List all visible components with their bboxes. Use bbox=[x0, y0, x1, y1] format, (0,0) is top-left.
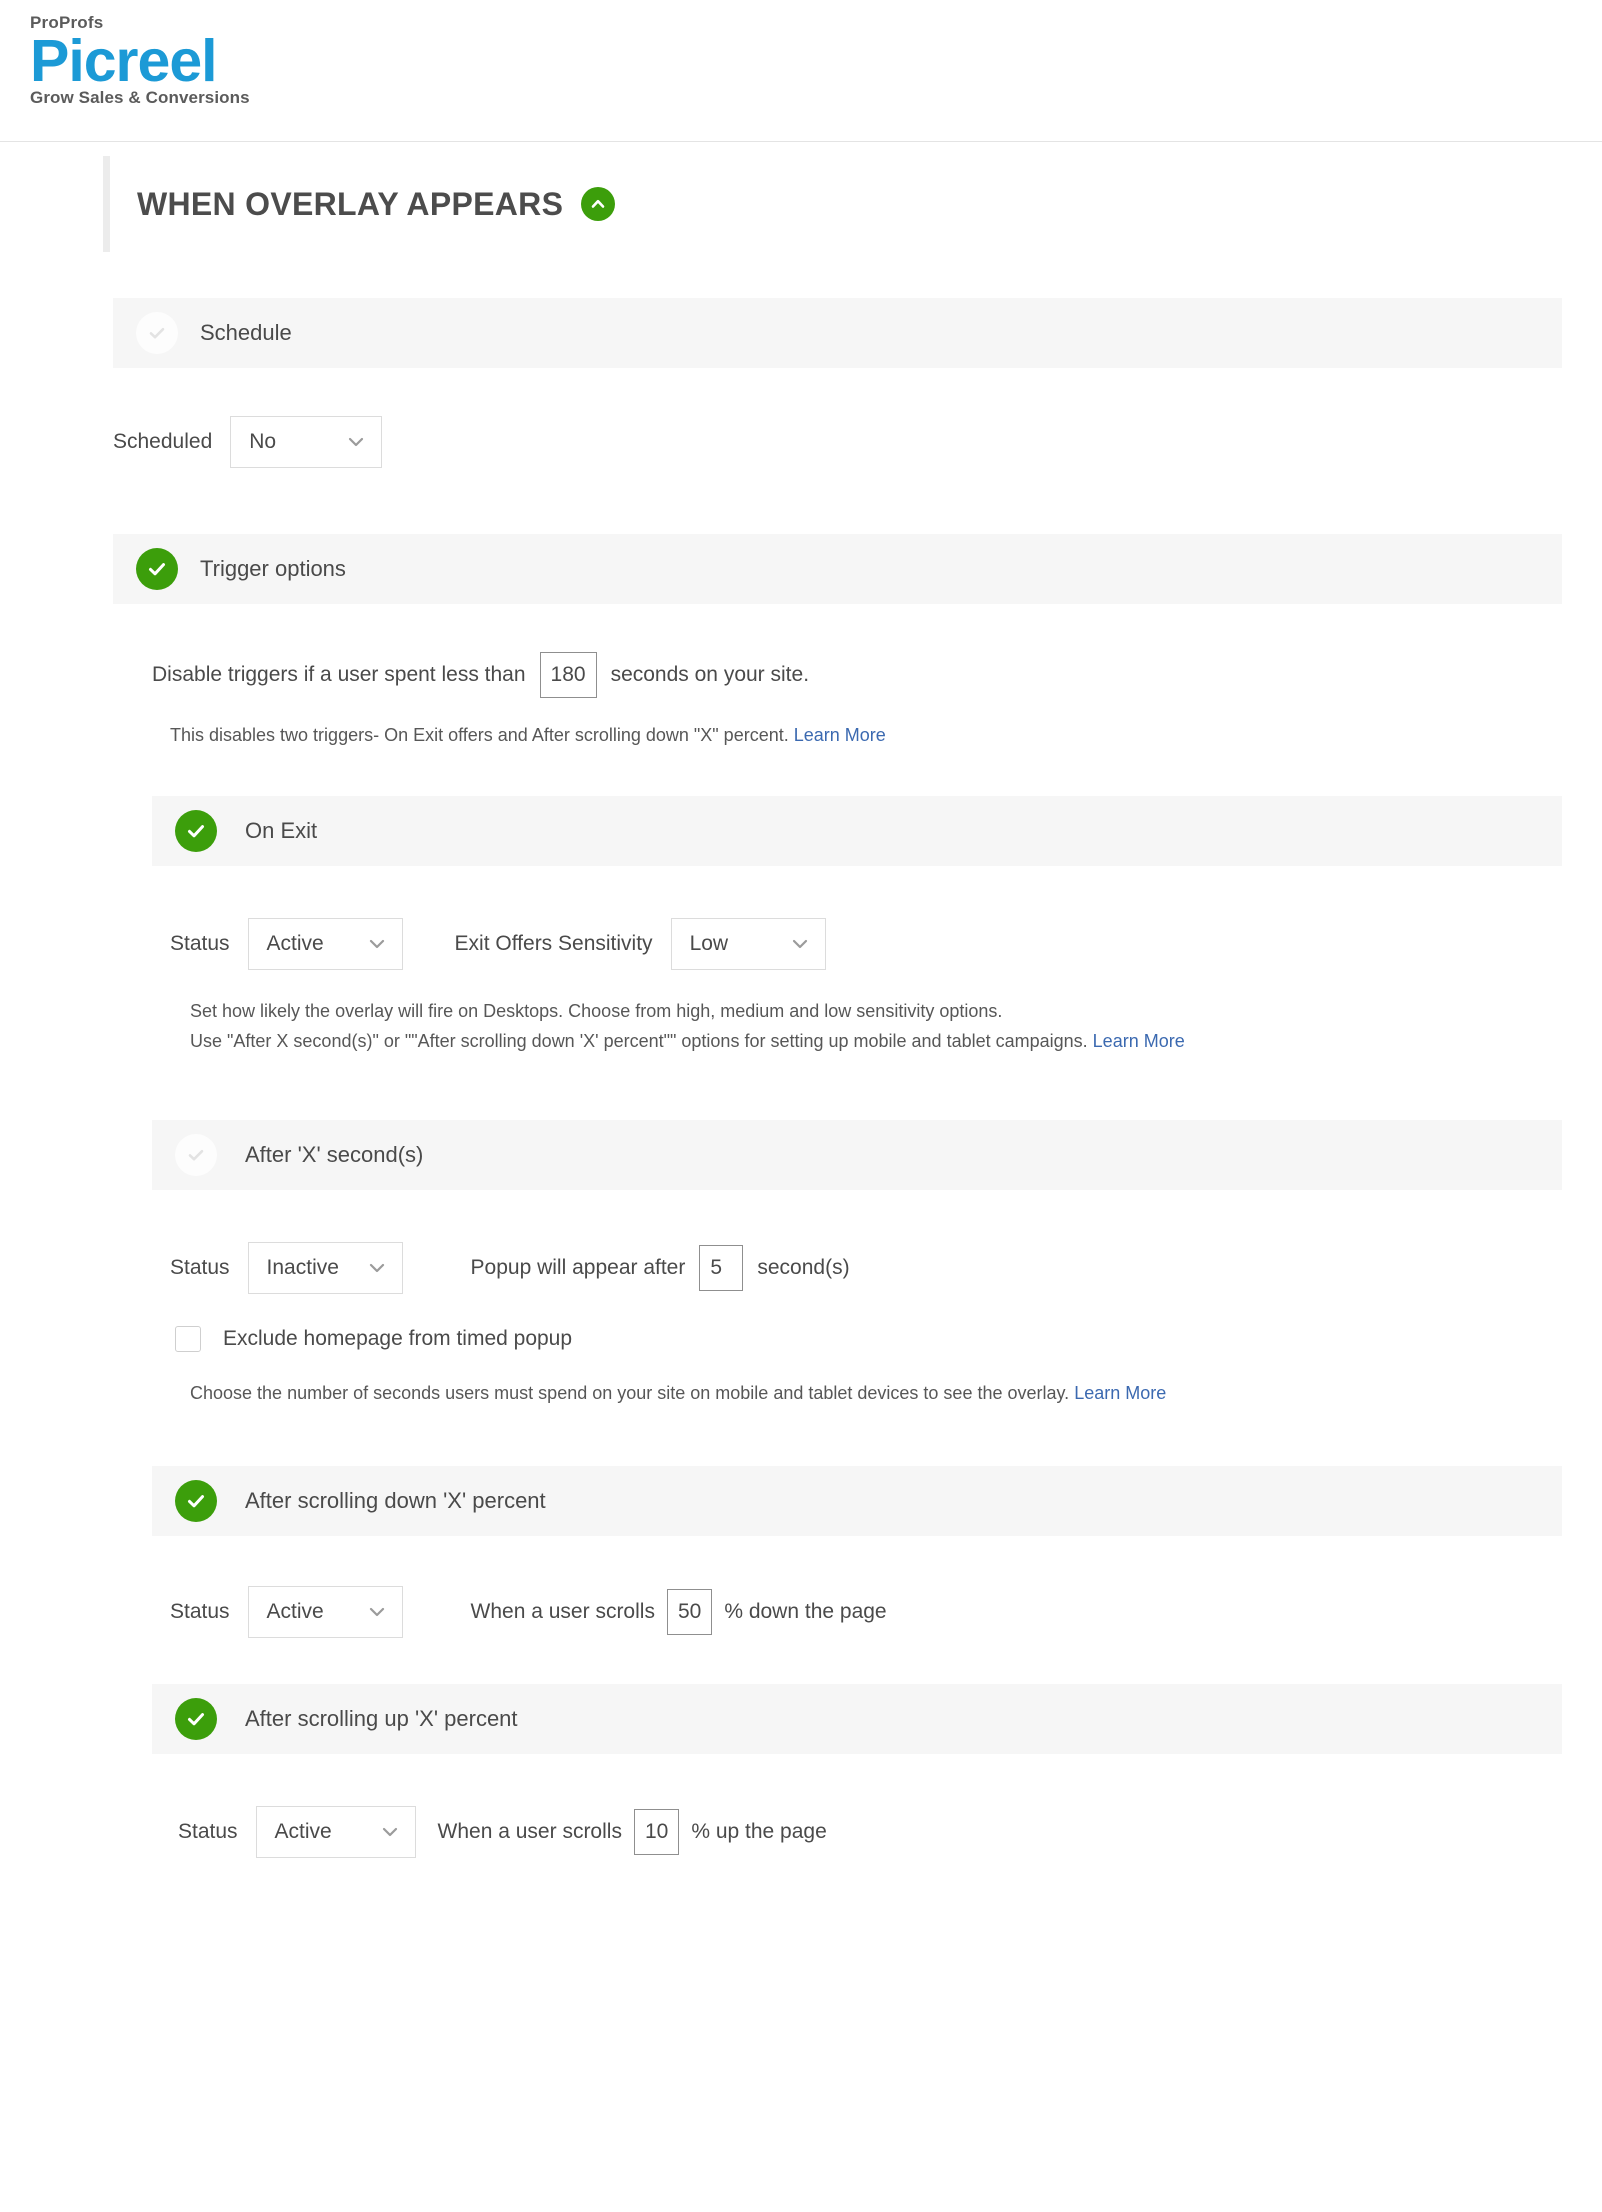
section-scroll-down-header[interactable]: After scrolling down 'X' percent bbox=[152, 1466, 1562, 1536]
chevron-down-icon bbox=[345, 431, 367, 453]
on-exit-status-value: Active bbox=[267, 932, 324, 956]
after-seconds-status-icon bbox=[175, 1134, 217, 1176]
trigger-options-help: This disables two triggers- On Exit offe… bbox=[0, 720, 1602, 750]
app-header: ProProfs Picreel Grow Sales & Conversion… bbox=[0, 0, 1602, 142]
chevron-down-icon bbox=[366, 1601, 388, 1623]
scroll-down-prefix: When a user scrolls bbox=[471, 1600, 655, 1624]
chevron-down-icon bbox=[366, 933, 388, 955]
section-scroll-up-header[interactable]: After scrolling up 'X' percent bbox=[152, 1684, 1562, 1754]
on-exit-status-icon bbox=[175, 810, 217, 852]
scroll-down-status-label: Status bbox=[170, 1600, 230, 1624]
chevron-down-icon bbox=[789, 933, 811, 955]
page-title: WHEN OVERLAY APPEARS bbox=[137, 186, 563, 223]
scroll-down-suffix: % down the page bbox=[724, 1600, 886, 1624]
scroll-down-status-value: Active bbox=[267, 1600, 324, 1624]
after-seconds-status-label: Status bbox=[170, 1256, 230, 1280]
section-after-seconds-header[interactable]: After 'X' second(s) bbox=[152, 1120, 1562, 1190]
section-after-seconds-title: After 'X' second(s) bbox=[245, 1142, 423, 1168]
popup-delay-seconds-input[interactable]: 5 bbox=[699, 1245, 743, 1291]
exit-sensitivity-label: Exit Offers Sensitivity bbox=[455, 932, 653, 956]
chevron-up-icon[interactable] bbox=[581, 187, 615, 221]
exclude-homepage-label: Exclude homepage from timed popup bbox=[223, 1327, 572, 1351]
scroll-up-suffix: % up the page bbox=[691, 1820, 826, 1844]
scroll-up-status-label: Status bbox=[178, 1820, 238, 1844]
schedule-status-icon bbox=[136, 312, 178, 354]
brand-name: Picreel bbox=[30, 30, 250, 92]
section-scroll-down-title: After scrolling down 'X' percent bbox=[245, 1488, 546, 1514]
after-seconds-help-text: Choose the number of seconds users must … bbox=[190, 1383, 1069, 1403]
disable-triggers-prefix: Disable triggers if a user spent less th… bbox=[152, 663, 526, 687]
scheduled-select-value: No bbox=[249, 430, 276, 454]
trigger-options-learn-more-link[interactable]: Learn More bbox=[794, 725, 886, 745]
on-exit-learn-more-link[interactable]: Learn More bbox=[1093, 1031, 1185, 1051]
scroll-down-percent-input[interactable]: 50 bbox=[667, 1589, 712, 1635]
scroll-up-status-select[interactable]: Active bbox=[256, 1806, 416, 1858]
exclude-homepage-checkbox[interactable] bbox=[175, 1326, 201, 1352]
chevron-down-icon bbox=[366, 1257, 388, 1279]
scroll-up-prefix: When a user scrolls bbox=[438, 1820, 622, 1844]
exit-sensitivity-value: Low bbox=[690, 932, 729, 956]
trigger-options-status-icon bbox=[136, 548, 178, 590]
on-exit-help: Set how likely the overlay will fire on … bbox=[0, 996, 1602, 1056]
scroll-up-percent-input[interactable]: 10 bbox=[634, 1809, 679, 1855]
disable-triggers-suffix: seconds on your site. bbox=[611, 663, 809, 687]
section-scroll-up-title: After scrolling up 'X' percent bbox=[245, 1706, 518, 1732]
section-schedule-header[interactable]: Schedule bbox=[113, 298, 1562, 368]
section-on-exit-header[interactable]: On Exit bbox=[152, 796, 1562, 866]
scroll-up-status-value: Active bbox=[275, 1820, 332, 1844]
brand-logo[interactable]: ProProfs Picreel Grow Sales & Conversion… bbox=[30, 14, 250, 107]
disable-triggers-seconds-input[interactable]: 180 bbox=[540, 652, 597, 698]
popup-delay-suffix: second(s) bbox=[757, 1256, 849, 1280]
after-seconds-learn-more-link[interactable]: Learn More bbox=[1074, 1383, 1166, 1403]
popup-delay-prefix: Popup will appear after bbox=[471, 1256, 686, 1280]
on-exit-status-label: Status bbox=[170, 932, 230, 956]
scroll-up-status-icon bbox=[175, 1698, 217, 1740]
after-seconds-help: Choose the number of seconds users must … bbox=[0, 1378, 1602, 1408]
on-exit-help-line2: Use "After X second(s)" or ""After scrol… bbox=[190, 1031, 1088, 1051]
scheduled-select[interactable]: No bbox=[230, 416, 382, 468]
on-exit-status-select[interactable]: Active bbox=[248, 918, 403, 970]
section-schedule-title: Schedule bbox=[200, 320, 292, 346]
section-trigger-options-header[interactable]: Trigger options bbox=[113, 534, 1562, 604]
exit-sensitivity-select[interactable]: Low bbox=[671, 918, 826, 970]
section-on-exit-title: On Exit bbox=[245, 818, 317, 844]
scheduled-label: Scheduled bbox=[113, 430, 212, 454]
section-trigger-options-title: Trigger options bbox=[200, 556, 346, 582]
on-exit-help-line1: Set how likely the overlay will fire on … bbox=[190, 996, 1602, 1026]
after-seconds-status-value: Inactive bbox=[267, 1256, 339, 1280]
brand-tagline: Grow Sales & Conversions bbox=[30, 88, 250, 107]
scroll-down-status-icon bbox=[175, 1480, 217, 1522]
chevron-down-icon bbox=[379, 1821, 401, 1843]
title-accent-bar bbox=[103, 156, 110, 252]
page-title-row: WHEN OVERLAY APPEARS bbox=[0, 156, 1602, 252]
after-seconds-status-select[interactable]: Inactive bbox=[248, 1242, 403, 1294]
trigger-options-help-text: This disables two triggers- On Exit offe… bbox=[170, 725, 789, 745]
scroll-down-status-select[interactable]: Active bbox=[248, 1586, 403, 1638]
